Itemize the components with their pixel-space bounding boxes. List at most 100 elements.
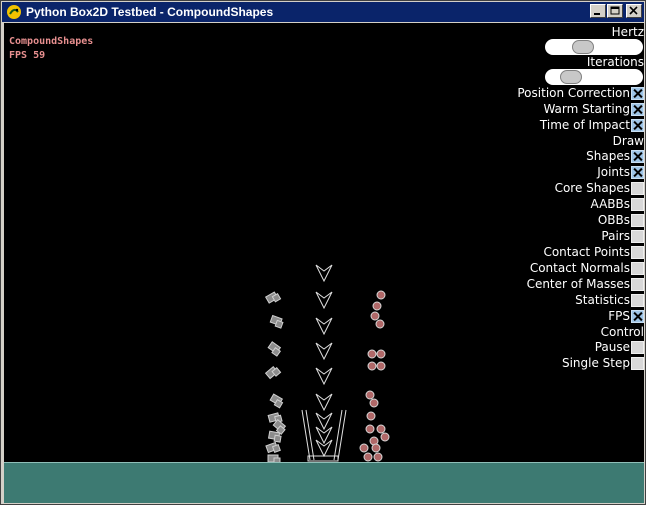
pause-checkbox[interactable] <box>631 340 644 354</box>
statistics-label: Statistics <box>575 293 630 307</box>
circle-shape <box>367 349 377 359</box>
aabbs-checkbox[interactable] <box>631 197 644 211</box>
hertz-label: Hertz <box>611 25 644 39</box>
maximize-button[interactable] <box>607 4 623 18</box>
time-of-impact-label: Time of Impact <box>539 118 630 132</box>
time-of-impact-row[interactable]: Time of Impact <box>540 117 644 133</box>
hertz-row: Hertz <box>612 24 644 40</box>
statistics-checkbox[interactable] <box>631 293 644 307</box>
simulation-canvas[interactable]: CompoundShapes FPS 59 Hertz Iterations P… <box>4 23 644 503</box>
control-heading: Control <box>600 325 644 339</box>
box-part <box>273 434 282 443</box>
ground-body <box>4 462 644 503</box>
center-of-masses-checkbox[interactable] <box>631 277 644 291</box>
arrow-shape <box>315 291 333 310</box>
time-of-impact-checkbox[interactable] <box>631 118 644 132</box>
box-shape <box>269 393 284 409</box>
pause-row[interactable]: Pause <box>595 339 644 355</box>
circle-shape <box>376 424 386 434</box>
circle-shape <box>372 301 382 311</box>
arrow-shape <box>315 393 333 412</box>
box-shape <box>267 341 282 357</box>
maximize-icon <box>610 6 620 15</box>
position-correction-row[interactable]: Position Correction <box>517 85 644 101</box>
box-stack <box>264 291 287 465</box>
iterations-label: Iterations <box>586 55 644 69</box>
shapes-row[interactable]: Shapes <box>586 148 644 164</box>
circle-shape <box>367 361 377 371</box>
title-bar[interactable]: Python Box2D Testbed - CompoundShapes <box>2 2 644 22</box>
close-button[interactable] <box>626 4 642 18</box>
circle-shape <box>373 452 383 462</box>
box-shape <box>264 291 282 304</box>
contact-points-checkbox[interactable] <box>631 245 644 259</box>
circle-shape <box>376 349 386 359</box>
joints-checkbox[interactable] <box>631 165 644 179</box>
statistics-row[interactable]: Statistics <box>575 292 644 308</box>
obbs-row[interactable]: OBBs <box>598 212 644 228</box>
arrow-shape <box>315 317 333 336</box>
pause-label: Pause <box>594 340 630 354</box>
arrow-shape <box>315 342 333 361</box>
iterations-slider[interactable] <box>545 69 643 85</box>
single-step-checkbox[interactable] <box>631 356 644 370</box>
single-step-label: Single Step <box>561 356 630 370</box>
pygame-snake-icon <box>7 5 21 19</box>
box-shape <box>269 314 284 329</box>
minimize-icon <box>594 13 600 15</box>
arrow-outline <box>315 393 333 412</box>
iterations-slider-knob[interactable] <box>560 70 582 84</box>
joints-row[interactable]: Joints <box>597 164 644 180</box>
hertz-slider[interactable] <box>545 39 643 55</box>
contact-points-label: Contact Points <box>543 245 630 259</box>
single-step-row[interactable]: Single Step <box>562 355 644 371</box>
fps-row[interactable]: FPS <box>608 308 644 324</box>
warm-starting-row[interactable]: Warm Starting <box>543 101 644 117</box>
circle-shape <box>371 443 381 453</box>
circle-shape <box>365 390 375 400</box>
obbs-checkbox[interactable] <box>631 213 644 227</box>
box-part <box>271 444 281 453</box>
contact-normals-row[interactable]: Contact Normals <box>530 260 644 276</box>
minimize-button[interactable] <box>590 4 606 18</box>
pairs-row[interactable]: Pairs <box>601 228 644 244</box>
circle-stack <box>359 290 390 462</box>
window-title: Python Box2D Testbed - CompoundShapes <box>26 5 274 19</box>
pairs-checkbox[interactable] <box>631 229 644 243</box>
circle-shape <box>366 411 376 421</box>
warm-starting-checkbox[interactable] <box>631 102 644 116</box>
aabbs-label: AABBs <box>590 197 630 211</box>
position-correction-label: Position Correction <box>517 86 630 100</box>
draw-heading: Draw <box>612 134 644 148</box>
contact-normals-label: Contact Normals <box>529 261 630 275</box>
fps-checkbox[interactable] <box>631 309 644 323</box>
arrow-outline <box>315 367 333 386</box>
circle-shape <box>380 432 390 442</box>
shapes-checkbox[interactable] <box>631 149 644 163</box>
hertz-slider-knob[interactable] <box>572 40 594 54</box>
contact-normals-checkbox[interactable] <box>631 261 644 275</box>
window-controls <box>589 4 642 18</box>
obbs-label: OBBs <box>597 213 630 227</box>
arrow-stack <box>315 264 333 458</box>
arrow-outline <box>315 291 333 310</box>
position-correction-checkbox[interactable] <box>631 86 644 100</box>
arrow-shape <box>315 264 333 283</box>
aabbs-row[interactable]: AABBs <box>591 196 644 212</box>
contact-points-row[interactable]: Contact Points <box>543 244 644 260</box>
container-body <box>301 409 347 462</box>
arrow-outline <box>315 317 333 336</box>
arrow-outline <box>315 412 333 431</box>
circle-shape <box>363 452 373 462</box>
circle-shape <box>369 398 379 408</box>
iterations-row: Iterations <box>587 54 644 70</box>
arrow-shape <box>315 367 333 386</box>
control-heading-row: Control <box>601 324 644 340</box>
circle-shape <box>375 319 385 329</box>
circle-shape <box>359 443 369 453</box>
joints-label: Joints <box>597 165 630 179</box>
center-of-masses-row[interactable]: Center of Masses <box>527 276 644 292</box>
core-shapes-row[interactable]: Core Shapes <box>555 180 644 196</box>
core-shapes-checkbox[interactable] <box>631 181 644 195</box>
arrow-shape <box>315 412 333 431</box>
